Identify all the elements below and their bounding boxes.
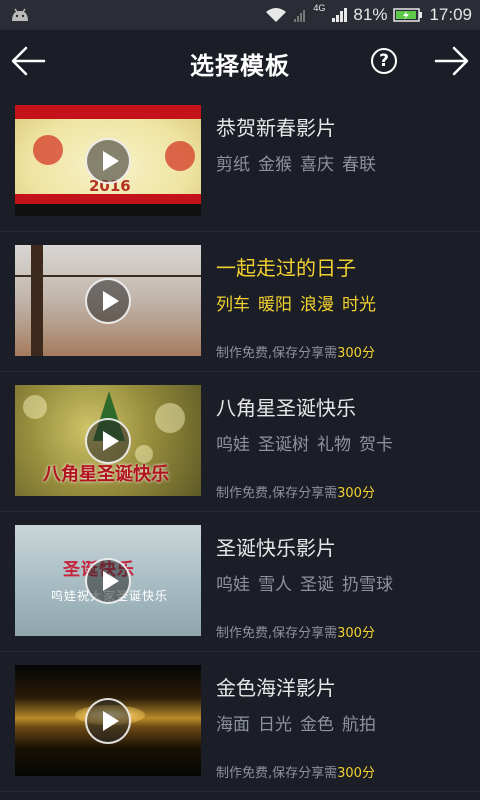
tag: 列车 <box>216 295 250 315</box>
price-points: 300分 <box>337 486 375 501</box>
price-note-text: 制作免费,保存分享需 <box>216 486 338 501</box>
template-name: 恭贺新春影片 <box>216 116 336 140</box>
tag: 时光 <box>342 295 376 315</box>
play-icon[interactable] <box>85 278 131 324</box>
thumbnail-base <box>15 204 201 216</box>
template-name: 圣诞快乐影片 <box>216 536 336 560</box>
template-item[interactable]: 圣诞快乐 呜娃祝大家圣诞快乐 圣诞快乐影片 呜娃 雪人 圣诞 扔雪球 制作免费,… <box>0 512 480 652</box>
tag: 圣诞树 <box>258 435 309 455</box>
template-name: 一起走过的日子 <box>216 256 356 280</box>
template-item[interactable]: 八角星圣诞快乐 八角星圣诞快乐 呜娃 圣诞树 礼物 贺卡 制作免费,保存分享需3… <box>0 372 480 512</box>
template-thumbnail[interactable] <box>15 665 201 776</box>
tag: 航拍 <box>342 715 376 735</box>
tag: 喜庆 <box>300 155 334 175</box>
bokeh-decoration <box>155 403 185 433</box>
battery-charging-icon <box>393 8 423 22</box>
ornament-decoration <box>33 135 63 165</box>
play-icon[interactable] <box>85 418 131 464</box>
app-header: 选择模板 ? <box>0 30 480 92</box>
play-icon[interactable] <box>85 138 131 184</box>
template-tags: 剪纸 金猴 喜庆 春联 <box>216 150 376 175</box>
template-tags: 呜娃 雪人 圣诞 扔雪球 <box>216 570 393 595</box>
tag: 海面 <box>216 715 250 735</box>
template-tags: 海面 日光 金色 航拍 <box>216 710 376 735</box>
tag: 暖阳 <box>258 295 292 315</box>
template-tags: 呜娃 圣诞树 礼物 贺卡 <box>216 430 393 455</box>
battery-percent: 81% <box>353 5 388 24</box>
tag: 圣诞 <box>300 575 334 595</box>
tag: 金猴 <box>258 155 292 175</box>
price-note: 制作免费,保存分享需300分 <box>216 482 375 501</box>
red-border-decoration <box>15 105 201 119</box>
tag: 日光 <box>258 715 292 735</box>
bokeh-decoration <box>23 395 47 419</box>
price-note: 制作免费,保存分享需300分 <box>216 342 375 361</box>
help-button[interactable]: ? <box>371 48 397 74</box>
clock: 17:09 <box>429 5 472 24</box>
tag: 贺卡 <box>359 435 393 455</box>
barbed-wire-decoration <box>15 275 201 277</box>
price-note-text: 制作免费,保存分享需 <box>216 346 338 361</box>
template-item[interactable]: 2016 恭贺新春影片 剪纸 金猴 喜庆 春联 <box>0 92 480 232</box>
tag: 春联 <box>342 155 376 175</box>
template-item[interactable]: 金色海洋影片 海面 日光 金色 航拍 制作免费,保存分享需300分 <box>0 652 480 792</box>
price-note-text: 制作免费,保存分享需 <box>216 766 338 781</box>
price-points: 300分 <box>337 626 375 641</box>
ornament-decoration <box>165 141 195 171</box>
wifi-icon <box>266 8 287 22</box>
play-icon[interactable] <box>85 558 131 604</box>
tag: 雪人 <box>258 575 292 595</box>
android-icon <box>12 8 28 21</box>
template-name: 八角星圣诞快乐 <box>216 396 356 420</box>
signal-icon <box>332 8 348 22</box>
fence-post-decoration <box>31 245 43 356</box>
tag: 浪漫 <box>300 295 334 315</box>
price-note: 制作免费,保存分享需300分 <box>216 762 375 781</box>
template-list: 2016 恭贺新春影片 剪纸 金猴 喜庆 春联 一起走过的日子 列车 暖阳 浪漫… <box>0 92 480 792</box>
page-title: 选择模板 <box>190 52 290 80</box>
price-note-text: 制作免费,保存分享需 <box>216 626 338 641</box>
template-item[interactable]: 一起走过的日子 列车 暖阳 浪漫 时光 制作免费,保存分享需300分 <box>0 232 480 372</box>
price-points: 300分 <box>337 346 375 361</box>
price-note: 制作免费,保存分享需300分 <box>216 622 375 641</box>
price-points: 300分 <box>337 766 375 781</box>
network-type: 4G <box>313 3 326 13</box>
template-tags: 列车 暖阳 浪漫 时光 <box>216 290 376 315</box>
tag: 呜娃 <box>216 575 250 595</box>
play-icon[interactable] <box>85 698 131 744</box>
template-name: 金色海洋影片 <box>216 676 336 700</box>
no-signal-icon <box>294 10 306 22</box>
red-border-decoration <box>15 194 201 204</box>
status-bar: 4G 81% 17:09 <box>0 0 480 30</box>
tag: 呜娃 <box>216 435 250 455</box>
tag: 礼物 <box>317 435 351 455</box>
forward-arrow-icon[interactable] <box>434 44 470 78</box>
tag: 金色 <box>300 715 334 735</box>
template-thumbnail[interactable]: 2016 <box>15 105 201 216</box>
template-thumbnail[interactable]: 圣诞快乐 呜娃祝大家圣诞快乐 <box>15 525 201 636</box>
template-thumbnail[interactable] <box>15 245 201 356</box>
tag: 扔雪球 <box>342 575 393 595</box>
template-thumbnail[interactable]: 八角星圣诞快乐 <box>15 385 201 496</box>
tag: 剪纸 <box>216 155 250 175</box>
